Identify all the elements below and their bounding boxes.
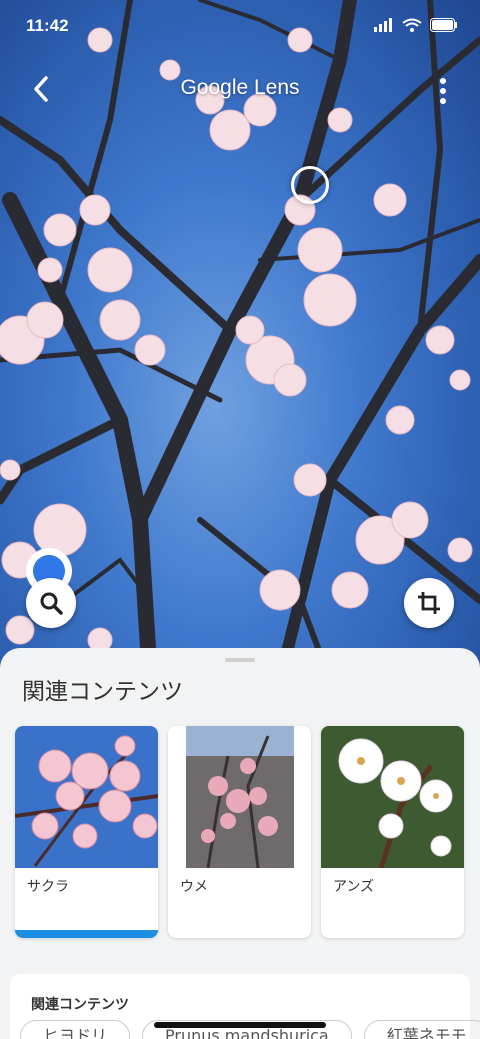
more-vert-icon[interactable] xyxy=(436,76,450,106)
sakura-image xyxy=(15,735,158,867)
result-card-sakura[interactable]: サクラ xyxy=(15,726,158,938)
results-sheet[interactable]: 関連コンテンツ サクラ ウメ アンズ 関連コンテンツ ヒヨドリ Prunus m… xyxy=(0,648,480,1039)
anzu-image xyxy=(321,726,464,868)
sheet-drag-handle[interactable] xyxy=(225,658,255,662)
page-title: Google Lens xyxy=(180,76,300,99)
chip-hiyodori[interactable]: ヒヨドリ xyxy=(20,1020,131,1039)
anzu-thumbnail xyxy=(321,726,464,868)
status-time: 11:42 xyxy=(26,16,69,35)
search-button[interactable] xyxy=(26,578,76,628)
status-icons xyxy=(374,18,458,32)
crop-icon xyxy=(418,592,440,614)
card-label: ウメ xyxy=(180,879,208,895)
result-card-ume[interactable]: ウメ xyxy=(168,726,311,938)
app-bar: Google Lens xyxy=(0,70,480,110)
search-icon xyxy=(40,592,63,615)
signal-icon xyxy=(374,18,392,32)
sheet-title: 関連コンテンツ xyxy=(22,679,183,705)
crop-button[interactable] xyxy=(404,578,454,628)
battery-icon xyxy=(430,18,457,32)
card-label: アンズ xyxy=(333,879,375,895)
status-bar: 11:42 xyxy=(0,0,480,40)
result-card-anzu[interactable]: アンズ xyxy=(321,726,464,938)
related-section: 関連コンテンツ ヒヨドリ Prunus mandshurica 紅葉ネモモ xyxy=(10,974,480,1039)
lens-photo[interactable]: 11:42 Google Lens xyxy=(0,0,480,680)
wifi-icon xyxy=(402,18,422,32)
home-indicator[interactable] xyxy=(154,1022,326,1028)
result-cards: サクラ ウメ アンズ xyxy=(15,726,464,938)
card-label: サクラ xyxy=(27,879,69,895)
focus-point-icon[interactable] xyxy=(291,166,329,204)
ume-thumbnail xyxy=(168,726,311,868)
sakura-thumbnail xyxy=(15,726,158,868)
ume-image xyxy=(186,726,294,868)
section-title: 関連コンテンツ xyxy=(31,997,129,1013)
chip-koyo-nemomo[interactable]: 紅葉ネモモ xyxy=(363,1020,480,1039)
selected-indicator xyxy=(15,930,158,938)
